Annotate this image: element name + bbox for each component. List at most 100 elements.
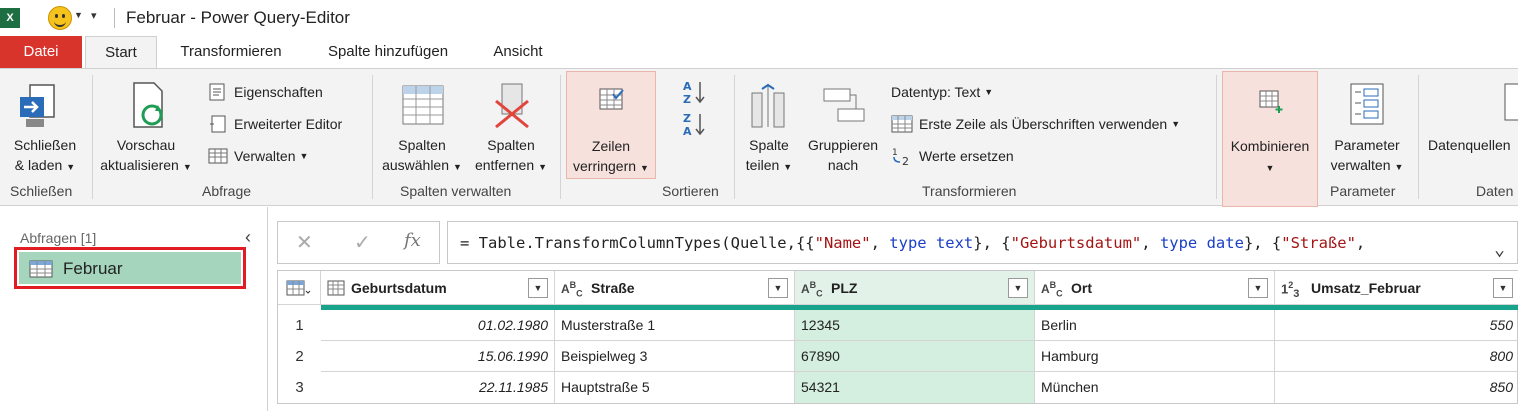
group-label-parameters: Parameter [1330,183,1396,199]
table-cell[interactable]: Musterstraße 1 [555,310,795,341]
svg-text:A: A [683,125,692,137]
table-cell[interactable]: Hamburg [1035,341,1275,372]
group-label-data-sources: Daten [1476,183,1514,199]
table-cell[interactable]: 800 [1275,341,1518,372]
svg-text:Z: Z [683,112,691,125]
split-column-button[interactable]: Spalte teilen ▼ [740,71,798,179]
reduce-rows-label-2: verringern ▼ [573,158,649,174]
table-menu-button[interactable] [278,271,321,305]
table-cell[interactable]: 12345 [795,310,1035,341]
chevron-down-icon: ▼ [1394,162,1404,172]
advanced-editor-button[interactable]: Erweiterter Editor [208,113,342,135]
sort-ascending-button[interactable]: A Z [682,79,712,105]
table-cell[interactable]: Berlin [1035,310,1275,341]
data-source-settings-button[interactable]: Datenquellen [1424,71,1518,179]
table-cell[interactable]: 54321 [795,372,1035,403]
filter-dropdown-icon[interactable]: ▼ [1493,278,1513,298]
function-icon[interactable]: fx [404,230,421,251]
table-cell[interactable]: 67890 [795,341,1035,372]
column-header-geburtsdatum[interactable]: Geburtsdatum ▼ [321,271,555,305]
title-bar: X ▼ ▾ Februar - Power Query-Editor [0,0,1518,36]
close-load-button[interactable]: Schließen & laden ▼ [6,71,84,179]
formula-part: "Name" [814,234,871,252]
column-header-umsatz-februar[interactable]: 123 Umsatz_Februar ▼ [1275,271,1518,305]
first-row-headers-button[interactable]: Erste Zeile als Überschriften verwenden ▼ [891,113,1180,135]
table-cell[interactable]: 15.06.1990 [321,341,555,372]
column-header-plz[interactable]: ABC PLZ ▼ [795,271,1035,305]
group-separator [734,75,735,199]
svg-text:Z: Z [683,93,691,105]
filter-dropdown-icon[interactable]: ▼ [1008,278,1028,298]
tab-view[interactable]: Ansicht [480,36,556,68]
expand-formula-icon[interactable]: ⌄ [1494,228,1505,263]
tab-file[interactable]: Datei [0,36,82,68]
query-item-highlight: Februar [19,252,241,284]
close-load-label-1: Schließen [13,137,77,153]
chevron-down-icon: ▼ [1265,163,1275,173]
calendar-icon [327,280,345,296]
filter-dropdown-icon[interactable]: ▼ [528,278,548,298]
remove-columns-button[interactable]: Spalten entfernen ▼ [468,71,554,179]
data-source-icon [1504,83,1518,121]
sort-descending-button[interactable]: Z A [682,111,712,137]
customize-quick-access-icon[interactable]: ▾ [91,9,97,22]
table-cell[interactable]: 850 [1275,372,1518,403]
parameters-label-2: verwalten ▼ [1330,157,1404,173]
group-label-query: Abfrage [202,183,252,199]
refresh-icon [133,82,163,128]
table-cell[interactable]: 01.02.1980 [321,310,555,341]
replace-values-button[interactable]: 12 Werte ersetzen [891,145,1014,167]
formula-input[interactable]: = Table.TransformColumnTypes(Quelle,{{"N… [447,221,1518,264]
data-grid: Geburtsdatum ▼ ABC Straße ▼ ABC PLZ ▼ AB… [277,270,1518,404]
query-item-februar[interactable]: Februar [14,247,246,289]
group-separator [92,75,93,199]
manage-button[interactable]: Verwalten ▼ [208,145,308,167]
text-type-icon: ABC [561,280,583,299]
split-column-label-2: teilen ▼ [745,157,793,173]
column-header-ort[interactable]: ABC Ort ▼ [1035,271,1275,305]
reduce-rows-button[interactable]: Zeilen verringern ▼ [566,71,656,179]
filter-dropdown-icon[interactable]: ▼ [768,278,788,298]
chevron-down-icon: ▼ [783,162,793,172]
table-cell[interactable]: Beispielweg 3 [555,341,795,372]
svg-text:A: A [683,80,692,93]
column-header-strasse[interactable]: ABC Straße ▼ [555,271,795,305]
table-icon [29,260,53,278]
chevron-left-icon[interactable]: ‹ [245,227,251,248]
filter-dropdown-icon[interactable]: ▼ [1248,278,1268,298]
queries-pane: Abfragen [1] ‹ Februar [0,207,268,411]
table-cell[interactable]: Hauptstraße 5 [555,372,795,403]
properties-icon [209,83,225,101]
excel-icon[interactable]: X [0,8,20,28]
split-column-icon [751,83,785,128]
table-cell[interactable]: 22.11.1985 [321,372,555,403]
tab-transform[interactable]: Transformieren [164,36,298,68]
table-cell[interactable]: 550 [1275,310,1518,341]
group-by-label-2: nach [827,157,859,173]
properties-button[interactable]: Eigenschaften [208,81,323,103]
choose-columns-button[interactable]: Spalten auswählen ▼ [378,71,466,179]
cancel-icon[interactable]: ✕ [296,230,313,255]
chevron-down-icon: ▼ [984,87,994,97]
chevron-down-icon[interactable]: ▼ [74,10,83,20]
combine-button[interactable]: Kombinieren ▼ [1222,71,1318,207]
group-separator [560,75,561,199]
data-type-dropdown[interactable]: Datentyp: Text ▼ [891,81,993,103]
row-number: 2 [295,348,304,365]
combine-icon [1259,90,1283,113]
formula-part: }, { [973,234,1011,252]
table-cell[interactable]: München [1035,372,1275,403]
number-type-icon: 123 [1281,280,1300,300]
text-type-icon: ABC [1041,280,1063,299]
refresh-preview-button[interactable]: Vorschau aktualisieren ▼ [98,71,194,179]
tab-start[interactable]: Start [85,36,157,69]
formula-part: , [1355,234,1366,252]
data-type-label: Datentyp: Text [891,84,981,100]
manage-parameters-button[interactable]: Parameter verwalten ▼ [1322,71,1412,179]
check-icon[interactable]: ✓ [354,230,371,255]
tab-add-column[interactable]: Spalte hinzufügen [310,36,466,68]
group-label-manage-columns: Spalten verwalten [400,183,512,199]
smiley-icon[interactable] [48,6,72,30]
chevron-down-icon: ▼ [1171,119,1181,129]
group-by-button[interactable]: Gruppieren nach [800,71,886,179]
